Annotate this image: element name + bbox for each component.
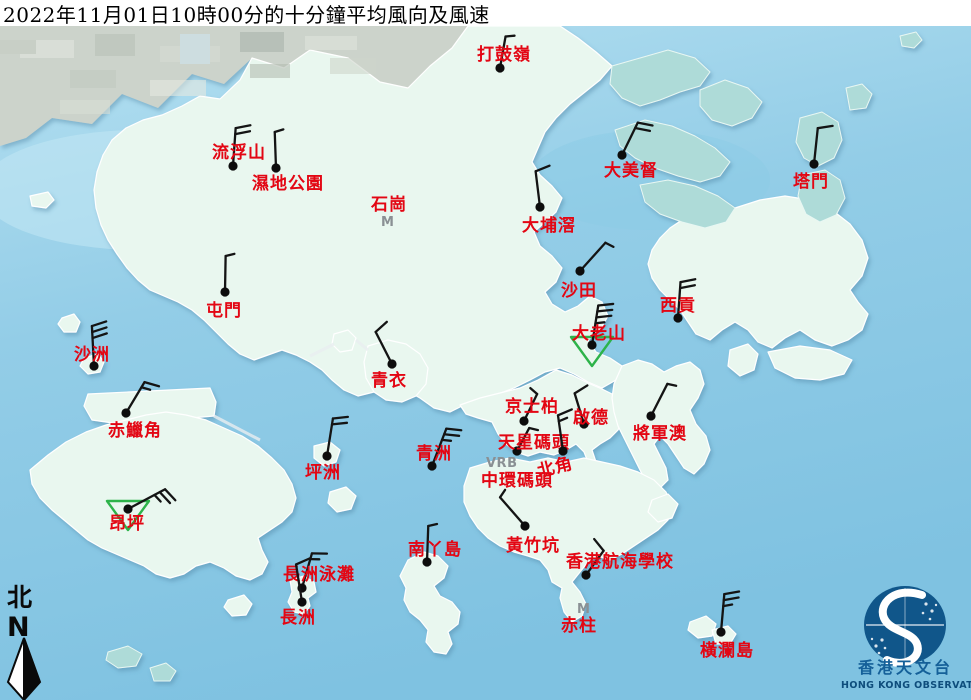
wind-barb-green-island [442,440,451,441]
station-dot-sha-tin [575,266,584,275]
station-dot-tseung-kwan-o [646,411,655,420]
station-label-tai-po-kau: 大埔滘 [522,215,576,236]
station-dot-wong-chuk-hang [520,521,529,530]
station-label-tap-mun: 塔門 [793,171,829,192]
station-label-kai-tak: 啟德 [573,407,609,428]
wind-map-page: 打鼓嶺流浮山濕地公園M石崗大美督塔門大埔滘沙田西貢屯門沙洲赤鱲角青衣坪洲青洲京士… [0,0,971,700]
station-label-cheung-chau: 長洲 [280,608,316,628]
station-label-kings-park: 京士柏 [505,396,559,417]
hko-logo-chinese-name: 香港天文台 [857,658,953,677]
station-label-tseung-kwan-o: 將軍澳 [633,423,687,444]
station-label-ngong-ping: 昂坪 [109,514,145,534]
station-dot-waglan-island [716,627,725,636]
marker-central-pier: VRB [486,456,517,471]
station-label-sha-tin: 沙田 [561,281,597,301]
wind-barb-tates-cairn [598,304,613,306]
wind-barb-tates-cairn [597,310,612,312]
wind-staff-wetland-park [275,132,276,168]
wind-barb-ta-kwu-ling [506,36,515,37]
wind-barb-waglan-island [723,605,732,607]
station-dot-wetland-park [271,163,280,172]
station-label-hk-sea-school: 香港航海學校 [566,551,674,572]
map-title: 2022年11月01日10時00分的十分鐘平均風向及風速 [0,0,490,28]
station-label-wong-chuk-hang: 黃竹坑 [505,535,560,556]
wind-staff-tuen-mun [225,256,226,292]
hko-logo-english-name: HONG KONG OBSERVATORY [841,680,971,691]
station-dot-tuen-mun [220,287,229,296]
station-dot-peng-chau [322,451,331,460]
station-dot-tai-mei-tuk [617,150,626,159]
station-label-tai-mei-tuk: 大美督 [604,160,658,181]
station-dot-tap-mun [809,159,818,168]
marker-shek-kong: M [381,215,394,230]
compass-letter-n: N [7,612,30,643]
station-dot-kings-park [519,416,528,425]
station-dot-tsing-yi [387,359,396,368]
station-label-lamma-island: 南丫島 [408,539,462,560]
title-bar: 2022年11月01日10時00分的十分鐘平均風向及風速 [0,0,971,26]
compass-chinese-north: 北 [7,583,32,612]
station-label-lau-fau-shan: 流浮山 [212,142,266,163]
wind-barb-peng-chau [332,423,347,425]
wind-barb-peng-chau [333,417,348,419]
station-label-green-island: 青洲 [416,443,452,464]
station-dot-chek-lap-kok [121,408,130,417]
station-label-sai-kung: 西貢 [660,296,696,316]
station-label-waglan-island: 橫瀾島 [700,640,754,661]
wind-barb-green-island [446,429,461,431]
station-label-sha-chau: 沙洲 [74,345,110,365]
station-dot-ngong-ping [123,504,132,513]
station-label-cheung-chau-beach: 長洲泳灘 [283,564,355,585]
hong-kong-wind-map: 打鼓嶺流浮山濕地公園M石崗大美督塔門大埔滘沙田西貢屯門沙洲赤鱲角青衣坪洲青洲京士… [0,0,971,700]
station-label-tuen-mun: 屯門 [206,300,242,321]
wind-barb-green-island [444,434,459,436]
station-label-stanley: 赤柱 [561,615,597,636]
marker-stanley: M [577,602,590,617]
station-label-wetland-park: 濕地公園 [252,173,324,194]
station-label-tsing-yi: 青衣 [371,370,407,391]
wind-barb-tates-cairn [596,316,611,318]
station-label-chek-lap-kok: 赤鱲角 [108,420,162,441]
station-dot-tai-po-kau [535,202,544,211]
station-label-tates-cairn: 大老山 [572,323,626,344]
station-label-shek-kong: 石崗 [370,195,407,215]
station-label-peng-chau: 坪洲 [305,463,341,483]
station-dot-cheung-chau [297,597,306,606]
station-label-ta-kwu-ling: 打鼓嶺 [477,44,531,65]
